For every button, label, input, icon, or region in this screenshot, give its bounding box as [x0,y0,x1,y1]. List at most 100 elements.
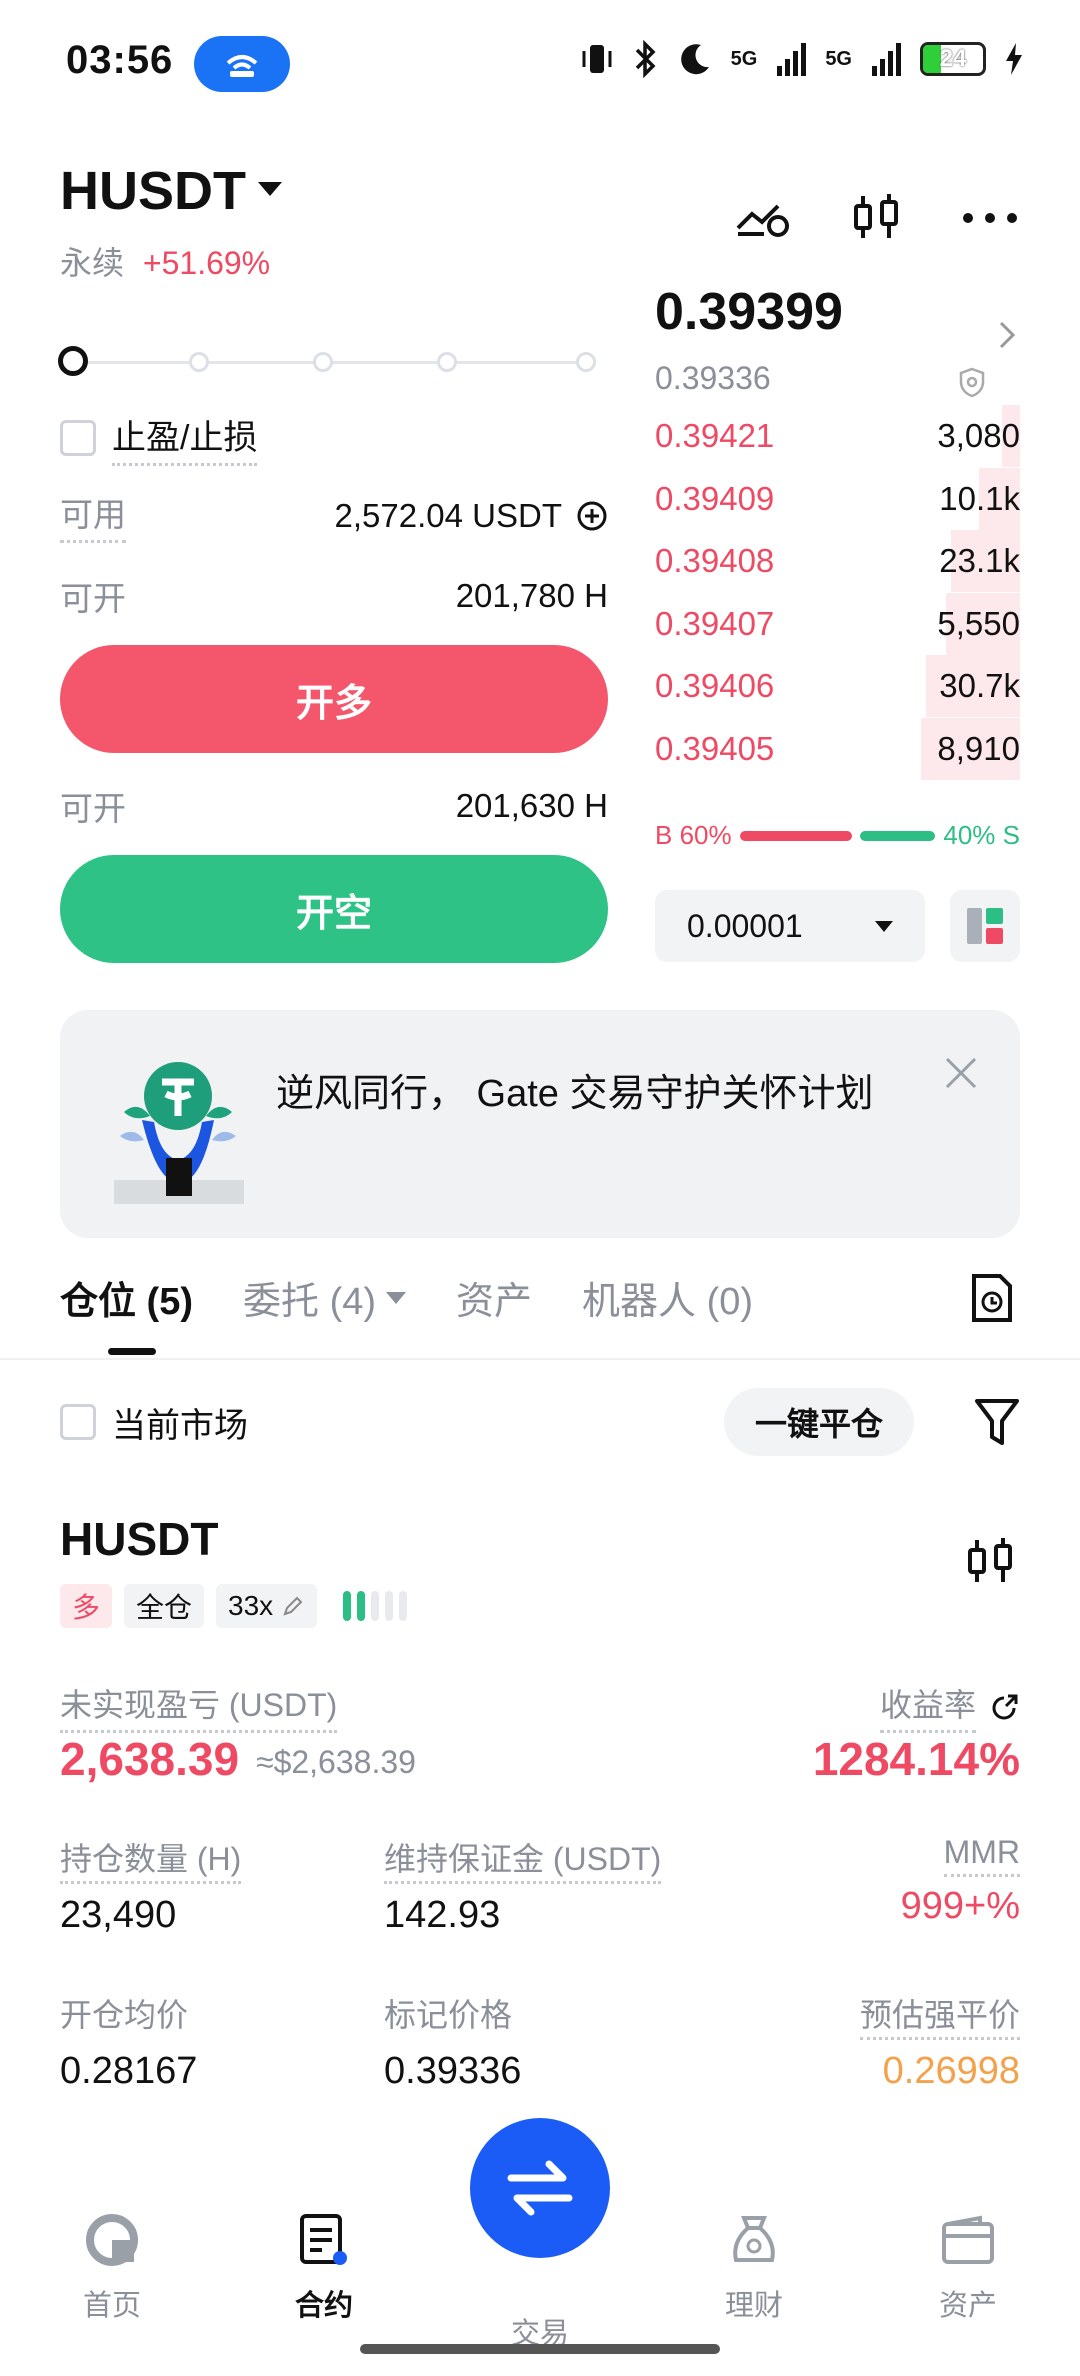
position-size: 持仓数量 (H) 23,490 [60,1834,242,1937]
transfer-plus-icon[interactable] [576,500,608,532]
share-icon[interactable] [990,1692,1020,1722]
nav-home-label: 首页 [82,2290,141,2322]
max-long-label: 可开 [60,580,126,617]
tab-orders-label: 委托 (4) [243,1281,377,1323]
maint-margin-label: 维持保证金 (USDT) [384,1841,662,1884]
nav-home[interactable]: 首页 [42,2210,182,2324]
available-value: 2,572.04 USDT [334,496,562,534]
max-short-value: 201,630 H [455,787,608,824]
nav-futures-label: 合约 [294,2290,353,2322]
tether-hands-illustration [114,1062,244,1204]
chevron-right-icon[interactable] [998,320,1016,350]
tab-assets[interactable]: 资产 [456,1270,532,1325]
futures-icon [300,2214,347,2265]
ask-price: 0.39407 [655,604,775,642]
signal-1-icon [777,43,807,76]
header-actions [734,190,1018,246]
home-icon [86,2214,138,2266]
leverage-value: 33x [228,1590,274,1621]
available-row: 可用 2,572.04 USDT [60,488,608,543]
tab-positions[interactable]: 仓位 (5) [60,1270,193,1325]
ask-row[interactable]: 0.39406 30.7k [655,655,1020,717]
slider-knob-0[interactable] [58,346,88,376]
ask-row[interactable]: 0.39405 8,910 [655,717,1020,780]
tp-sl-row[interactable]: 止盈/止损 [60,410,258,466]
ask-price: 0.39409 [655,479,775,517]
promo-banner[interactable]: 逆风同行， Gate 交易守护关怀计划 [60,1010,1020,1238]
pair-dropdown-icon[interactable] [258,182,282,196]
leverage-tag[interactable]: 33x [216,1584,318,1628]
tp-sl-checkbox[interactable] [60,420,96,456]
liquidation-price-label: 预估强平价 [859,1997,1020,2040]
edit-icon [283,1596,303,1616]
precision-select[interactable]: 0.00001 [655,890,925,962]
open-short-button[interactable]: 开空 [60,855,608,963]
max-short-row: 可开 201,630 H [60,782,608,830]
liquidation-price: 预估强平价 0.26998 [859,1990,1020,2093]
roe-header: 收益率 [879,1680,1020,1733]
slider-knob-50[interactable] [313,352,333,372]
nav-assets[interactable]: 资产 [898,2210,1038,2324]
mark-price-cell: 标记价格 0.39336 [384,1990,521,2093]
mark-price-label: 标记价格 [384,1997,513,2033]
current-market-label: 当前市场 [112,1406,248,1445]
current-market-checkbox[interactable] [60,1404,96,1440]
entry-price: 开仓均价 0.28167 [60,1990,197,2093]
orderbook-layout-icon[interactable] [950,890,1020,962]
filter-row: 当前市场 一键平仓 [60,1388,1020,1456]
status-icons: 5G 5G 24 [579,40,1024,78]
ask-size: 8,910 [937,729,1020,767]
ask-row[interactable]: 0.39421 3,080 [655,405,1020,467]
ask-size: 30.7k [939,667,1020,704]
side-tag: 多 [60,1584,113,1628]
clock: 03:56 [66,38,174,82]
slider-knob-100[interactable] [576,352,596,372]
hotspot-icon [194,36,290,92]
ask-row[interactable]: 0.39409 10.1k [655,467,1020,530]
position-tags: 多 全仓 33x [60,1584,408,1628]
nav-futures[interactable]: 合约 [254,2210,394,2324]
close-all-button[interactable]: 一键平仓 [724,1388,914,1456]
nav-earn[interactable]: 理财 [684,2210,824,2324]
roe-label: 收益率 [879,1680,976,1733]
trade-button[interactable] [470,2118,610,2258]
mmr-label: MMR [943,1834,1020,1877]
open-long-button[interactable]: 开多 [60,645,608,753]
signal-1-label: 5G [730,47,758,70]
filter-icon[interactable] [974,1397,1020,1447]
position-symbol[interactable]: HUSDT [60,1512,218,1566]
slider-knob-75[interactable] [437,352,457,372]
candlestick-chart-icon[interactable] [848,190,904,246]
current-market-filter[interactable]: 当前市场 [60,1398,248,1447]
tab-orders[interactable]: 委托 (4) [243,1270,407,1325]
precision-value: 0.00001 [687,907,803,944]
tp-sl-label: 止盈/止损 [112,410,258,466]
max-long-row: 可开 201,780 H [60,572,608,620]
ask-row[interactable]: 0.39407 5,550 [655,592,1020,655]
shield-icon [959,367,985,398]
pair-selector[interactable]: HUSDT [60,160,246,222]
order-history-icon[interactable] [968,1272,1016,1324]
moon-icon [680,44,709,75]
price-change: +51.69% [142,245,271,281]
signal-2-icon [872,43,901,76]
entry-price-label: 开仓均价 [60,1997,189,2033]
slider-knob-25[interactable] [189,352,209,372]
ask-size: 23.1k [939,542,1020,579]
home-indicator [360,2344,720,2354]
candlestick-chart-icon[interactable] [966,1536,1014,1588]
pair-subtitle: 永续 +51.69% [60,238,270,284]
position-tabs: 仓位 (5) 委托 (4) 资产 机器人 (0) [60,1270,753,1325]
ask-price: 0.39406 [655,667,775,704]
close-icon[interactable] [944,1056,978,1090]
amount-slider[interactable] [58,346,596,376]
strategy-icon[interactable] [734,190,790,246]
ask-row[interactable]: 0.39408 23.1k [655,530,1020,592]
more-icon[interactable] [962,190,1018,246]
tab-bots[interactable]: 机器人 (0) [582,1270,753,1325]
position-size-label: 持仓数量 (H) [60,1841,242,1884]
banner-text: 逆风同行， Gate 交易守护关怀计划 [276,1073,874,1115]
ask-size: 10.1k [939,479,1020,517]
ask-size: 3,080 [937,417,1020,454]
ask-price: 0.39405 [655,729,775,767]
